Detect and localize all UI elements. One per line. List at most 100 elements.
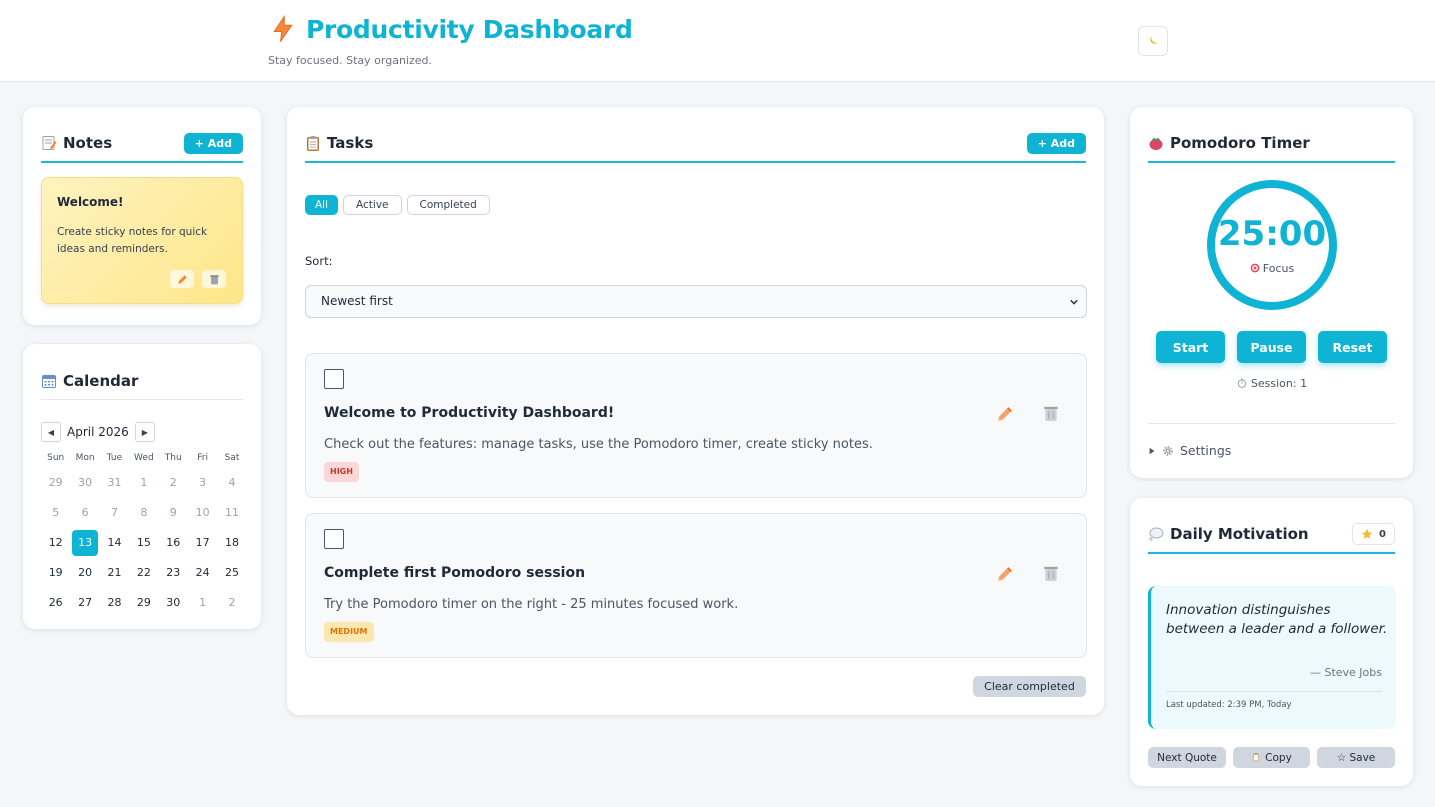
memo-icon	[42, 136, 57, 150]
filter-all[interactable]: All	[305, 195, 339, 215]
next-quote-button[interactable]: Next Quote	[1148, 747, 1226, 768]
settings-label: Settings	[1180, 443, 1232, 458]
calendar-day[interactable]: 25	[217, 558, 246, 588]
caret-right-icon	[1149, 447, 1155, 454]
note-title: Welcome!	[57, 195, 124, 209]
tomato-icon	[1149, 138, 1163, 150]
calendar-day[interactable]: 24	[188, 558, 217, 588]
speech-bubble-icon	[1149, 527, 1164, 541]
calendar-grid: Sun Mon Tue Wed Thu Fri Sat 29 30 31 1 2…	[41, 448, 247, 618]
task-title: Welcome to Productivity Dashboard!	[324, 405, 615, 421]
pause-button[interactable]: Pause	[1237, 331, 1306, 363]
calendar-day[interactable]: 2	[217, 588, 246, 618]
calendar-day[interactable]: 2	[159, 468, 188, 498]
calendar-day[interactable]: 30	[70, 468, 99, 498]
add-note-button[interactable]: + Add	[183, 132, 243, 154]
calendar-day[interactable]: 20	[70, 558, 99, 588]
pencil-icon[interactable]	[996, 565, 1014, 583]
calendar-day[interactable]: 11	[217, 498, 246, 528]
delete-note-button[interactable]	[202, 270, 226, 288]
calendar-day[interactable]: 26	[41, 588, 70, 618]
calendar-day[interactable]: 16	[159, 528, 188, 558]
calendar-day[interactable]: 30	[159, 588, 188, 618]
pomodoro-header: Pomodoro Timer	[1148, 125, 1395, 163]
add-task-button[interactable]: + Add	[1026, 132, 1086, 154]
page-title: Productivity Dashboard	[306, 14, 633, 44]
calendar-day[interactable]: 10	[188, 498, 217, 528]
trash-icon[interactable]	[1042, 404, 1060, 422]
clear-completed-button[interactable]: Clear completed	[973, 676, 1086, 697]
calendar-day[interactable]: 7	[100, 498, 129, 528]
pencil-icon[interactable]	[996, 405, 1014, 423]
lightning-icon	[273, 14, 293, 42]
prev-month-button[interactable]: ◀	[41, 422, 61, 442]
today-label: 13	[72, 530, 99, 556]
task-description: Try the Pomodoro timer on the right - 25…	[324, 597, 739, 612]
filter-completed[interactable]: Completed	[406, 195, 490, 215]
calendar-day[interactable]: 15	[129, 528, 158, 558]
calendar-day-today[interactable]: 13	[70, 528, 99, 558]
task-checkbox[interactable]	[324, 369, 344, 389]
copy-quote-button[interactable]: Copy	[1233, 747, 1310, 768]
calendar-day[interactable]: 21	[100, 558, 129, 588]
next-month-button[interactable]: ▶	[134, 422, 155, 442]
week-row: 26 27 28 29 30 1 2	[41, 588, 247, 618]
chevron-down-icon	[1070, 299, 1078, 305]
calendar-day[interactable]: 22	[129, 558, 158, 588]
calendar-day[interactable]: 23	[159, 558, 188, 588]
task-title: Complete first Pomodoro session	[324, 565, 586, 581]
week-row: 29 30 31 1 2 3 4	[41, 468, 247, 498]
filter-active[interactable]: Active	[343, 195, 402, 215]
calendar-day[interactable]: 9	[159, 498, 188, 528]
settings-toggle[interactable]: Settings	[1148, 443, 1231, 458]
calendar-day[interactable]: 18	[217, 528, 246, 558]
calendar-day[interactable]: 29	[41, 468, 70, 498]
trash-icon[interactable]	[1042, 564, 1060, 582]
pomodoro-title: Pomodoro Timer	[1170, 134, 1310, 152]
star-icon	[1361, 528, 1373, 539]
reset-button[interactable]: Reset	[1318, 331, 1387, 363]
weekday-label: Wed	[134, 453, 154, 463]
week-row: 5 6 7 8 9 10 11	[41, 498, 247, 528]
calendar-day[interactable]: 6	[70, 498, 99, 528]
week-row: 12 13 14 15 16 17 18	[41, 528, 247, 558]
start-button[interactable]: Start	[1156, 331, 1225, 363]
calendar-day[interactable]: 3	[188, 468, 217, 498]
calendar-day[interactable]: 1	[129, 468, 158, 498]
calendar-day[interactable]: 28	[100, 588, 129, 618]
theme-toggle-button[interactable]	[1138, 26, 1168, 56]
calendar-day[interactable]: 29	[129, 588, 158, 618]
tasks-card: Tasks + Add All Active Completed Sort: N…	[287, 107, 1104, 715]
sort-select[interactable]: Newest first	[305, 285, 1087, 318]
calendar-day[interactable]: 12	[41, 528, 70, 558]
calendar-day[interactable]: 8	[129, 498, 158, 528]
calendar-icon	[42, 374, 56, 388]
task-checkbox[interactable]	[324, 529, 344, 549]
weekday-label: Sat	[224, 453, 240, 463]
tasks-title: Tasks	[327, 134, 374, 152]
calendar-day[interactable]: 31	[100, 468, 129, 498]
sort-value: Newest first	[321, 294, 393, 308]
copy-label: Copy	[1265, 751, 1292, 764]
timer-mode: Focus	[1215, 262, 1329, 275]
edit-note-button[interactable]	[170, 270, 194, 288]
motivation-card: Daily Motivation 0 Innovation distinguis…	[1130, 498, 1413, 786]
timer-time: 25:00	[1217, 214, 1327, 254]
weekday-label: Mon	[75, 453, 95, 463]
calendar-day[interactable]: 19	[41, 558, 70, 588]
calendar-day[interactable]: 1	[188, 588, 217, 618]
clipboard-icon	[1253, 752, 1260, 761]
task-description: Check out the features: manage tasks, us…	[324, 437, 873, 452]
weekday-label: Sun	[47, 453, 65, 463]
priority-badge: MEDIUM	[324, 622, 374, 642]
calendar-day[interactable]: 27	[70, 588, 99, 618]
calendar-day[interactable]: 14	[100, 528, 129, 558]
save-quote-button[interactable]: ☆ Save	[1317, 747, 1395, 768]
calendar-day[interactable]: 5	[41, 498, 70, 528]
sticky-note[interactable]: Welcome! Create sticky notes for quick i…	[41, 177, 243, 304]
calendar-day[interactable]: 17	[188, 528, 217, 558]
motivation-header: Daily Motivation 0	[1148, 516, 1395, 554]
quote-text: Innovation distinguishes between a leade…	[1166, 602, 1388, 637]
calendar-day[interactable]: 4	[217, 468, 246, 498]
stopwatch-icon	[1237, 378, 1247, 388]
